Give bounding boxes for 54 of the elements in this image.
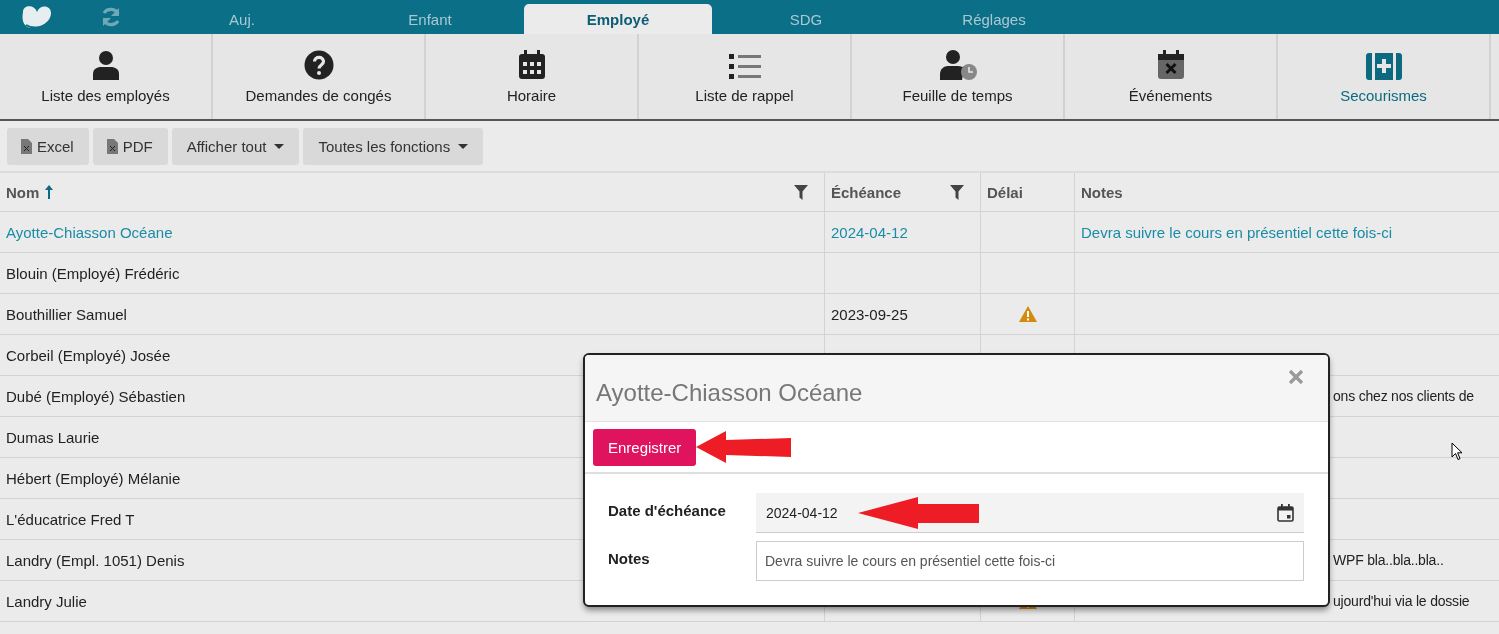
name-cell[interactable]: Hébert (Employé) Mélanie (6, 469, 181, 487)
name-cell[interactable]: Blouin (Employé) Frédéric (6, 264, 180, 282)
name-cell[interactable]: Landry (Empl. 1051) Denis (6, 551, 185, 569)
notes-cell: Devra suivre le cours en présentiel cette fois-ci (1081, 223, 1392, 241)
calendar-x-icon (1156, 50, 1185, 80)
name-cell[interactable]: L'éducatrice Fred T (6, 510, 135, 528)
date-field[interactable]: 2024-04-12 (756, 493, 1304, 533)
column-header[interactable]: Nom (6, 183, 40, 201)
person-icon (91, 50, 120, 80)
column-header[interactable]: Délai (987, 183, 1023, 201)
dropdown-button[interactable]: Afficher tout (171, 127, 300, 165)
filter-icon[interactable] (794, 184, 808, 200)
close-icon[interactable] (1288, 369, 1304, 385)
field-label: Notes (608, 549, 651, 567)
cursor-icon (1451, 442, 1463, 461)
notes-cell: WPF bla..bla..bla.. (1333, 552, 1444, 568)
module-button[interactable]: Demandes de congés (213, 34, 426, 119)
first-aid-kit-icon (1365, 52, 1402, 80)
dropdown-button[interactable]: Toutes les fonctions (303, 127, 484, 165)
question-icon (303, 50, 334, 80)
notes-field[interactable]: Devra suivre le cours en présentiel cette fois-ci (756, 541, 1304, 581)
column-header[interactable]: Notes (1081, 183, 1123, 201)
person-clock-icon (938, 50, 977, 80)
notes-cell: ujourd'hui via le dossie (1333, 593, 1470, 609)
file-icon (106, 138, 118, 154)
export-button[interactable]: PDF (92, 127, 168, 165)
export-button[interactable]: Excel (7, 127, 89, 165)
caret-icon (458, 143, 469, 149)
module-button[interactable]: Feuille de temps (852, 34, 1065, 119)
calendar-icon (517, 50, 546, 80)
module-button[interactable]: Événements (1065, 34, 1278, 119)
caret-icon (274, 143, 285, 149)
name-cell[interactable]: Landry Julie (6, 592, 87, 610)
filter-icon[interactable] (950, 184, 964, 200)
logo-icon[interactable] (20, 4, 54, 30)
module-button[interactable]: Secourismes (1278, 34, 1491, 119)
notes-cell: ons chez nos clients de (1333, 388, 1474, 404)
dialog-title: Ayotte-Chiasson Océane (596, 379, 863, 407)
name-cell[interactable]: Dumas Laurie (6, 428, 100, 446)
nav-tab[interactable]: Employé (524, 4, 712, 34)
calendar-icon[interactable] (1277, 503, 1294, 522)
field-label: Date d'échéance (608, 501, 727, 519)
name-cell[interactable]: Bouthillier Samuel (6, 305, 127, 323)
name-cell[interactable]: Dubé (Employé) Sébastien (6, 387, 186, 405)
module-button[interactable]: Liste de rappel (639, 34, 852, 119)
date-cell: 2023-09-25 (831, 305, 908, 323)
list-icon (728, 54, 761, 80)
date-cell: 2024-04-12 (831, 223, 908, 241)
file-icon (21, 138, 32, 154)
save-button[interactable]: Enregistrer (593, 428, 697, 466)
module-button[interactable]: Liste des employés (0, 34, 213, 119)
column-header[interactable]: Échéance (831, 183, 902, 201)
module-button[interactable]: Horaire (426, 34, 639, 119)
name-cell[interactable]: Corbeil (Employé) Josée (6, 346, 171, 364)
